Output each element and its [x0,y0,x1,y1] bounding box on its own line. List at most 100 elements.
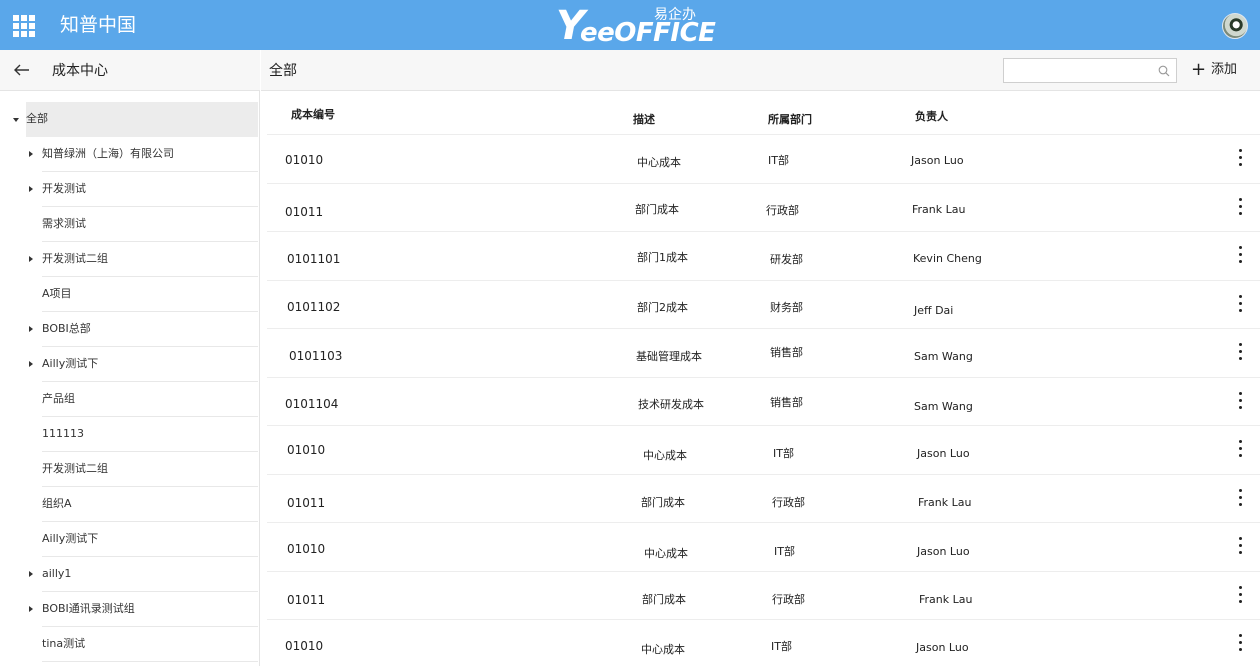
tree-item[interactable]: BOBI总部 [0,312,260,347]
table-row[interactable]: 0101104 技术研发成本 销售部 Sam Wang [261,376,1260,425]
more-vertical-icon[interactable] [1237,634,1245,652]
tree-item[interactable]: 知普绿洲（上海）有限公司 [0,137,260,172]
tree-item[interactable]: ailly1 [0,557,260,592]
caret-right-icon[interactable] [29,256,33,262]
cell-owner: Frank Lau [919,592,973,606]
tree-item[interactable]: A项目 [0,277,260,312]
tree-item[interactable]: 开发测试二组 [0,242,260,277]
tree-item-root[interactable]: 全部 [13,102,258,137]
tree-item[interactable]: 开发测试 [0,172,260,207]
tree-item[interactable]: 开发测试二组 [0,452,260,487]
table-row[interactable]: 01010 中心成本 IT部 Jason Luo [261,522,1260,570]
brand-logo: Y eeOFFICE 易企办 [556,4,716,48]
cell-description: 中心成本 [637,156,681,169]
plus-icon: + [1191,59,1207,80]
search-icon[interactable] [1158,65,1170,77]
cell-department: 财务部 [770,300,803,314]
more-vertical-icon[interactable] [1237,488,1245,507]
cell-owner: Sam Wang [914,350,973,363]
cost-center-table: 成本编号 描述 所属部门 负责人 01010 中心成本 IT部 Jason Luo 01… [261,92,1260,666]
table-row[interactable]: 01011 部门成本 行政部 Frank Lau [261,570,1260,619]
cell-owner: Jason Luo [916,641,969,654]
cell-owner: Jason Luo [911,154,964,167]
cell-owner: Jason Luo [917,545,970,558]
cell-code: 01011 [285,204,324,219]
cell-department: 行政部 [772,495,805,509]
tree-item-label: 知普绿洲（上海）有限公司 [42,147,174,160]
add-button[interactable]: + 添加 [1191,60,1237,80]
more-vertical-icon[interactable] [1237,246,1245,264]
caret-right-icon[interactable] [29,326,33,332]
tree-item[interactable]: Ailly测试下 [0,522,260,557]
row-divider [267,376,1260,378]
cell-department: IT部 [771,640,792,653]
caret-right-icon[interactable] [29,186,33,192]
arrow-left-icon[interactable] [12,60,32,80]
more-vertical-icon[interactable] [1237,537,1245,555]
table-row[interactable]: 01010 中心成本 IT部 Jason Luo [261,619,1260,667]
cell-description: 技术研发成本 [638,397,704,411]
more-vertical-icon[interactable] [1237,343,1245,361]
more-vertical-icon[interactable] [1237,197,1245,216]
cell-code: 01011 [287,592,326,607]
caret-right-icon[interactable] [29,606,33,612]
cell-code: 0101104 [285,396,339,411]
table-row[interactable]: 01011 部门成本 行政部 Frank Lau [261,473,1260,522]
row-divider [267,182,1260,184]
cell-department: IT部 [768,154,789,167]
cell-description: 部门成本 [642,592,686,606]
cell-description: 部门1成本 [637,251,688,264]
cell-code: 01010 [287,542,326,556]
sidebar-header: 成本中心 [0,50,260,91]
row-divider [267,328,1260,329]
tree-item[interactable]: BOBI通讯录测试组 [0,592,260,627]
row-divider [267,279,1260,281]
cell-description: 中心成本 [644,547,688,560]
cell-department: 销售部 [770,395,803,409]
caret-down-icon[interactable] [13,118,19,122]
column-header-code[interactable]: 成本编号 [291,108,335,122]
cell-code: 0101103 [289,349,343,363]
table-row[interactable]: 01011 部门成本 行政部 Frank Lau [261,182,1260,231]
tree-item[interactable]: 产品组 [0,382,260,417]
more-vertical-icon[interactable] [1237,294,1245,313]
cell-department: 行政部 [766,203,799,217]
tree-item[interactable]: 111113 [0,417,260,452]
more-vertical-icon[interactable] [1237,440,1245,458]
avatar[interactable] [1222,13,1248,39]
column-header-department[interactable]: 所属部门 [768,113,812,127]
tree-item-label: 全部 [26,112,48,125]
apps-grid-icon[interactable] [13,15,35,37]
cell-description: 部门成本 [635,202,679,216]
cell-department: IT部 [773,447,794,460]
app-title: 知普中国 [60,14,137,36]
column-header-owner[interactable]: 负责人 [915,110,948,124]
table-row[interactable]: 0101102 部门2成本 财务部 Jeff Dai [261,279,1260,328]
caret-right-icon[interactable] [29,571,33,577]
cell-owner: Frank Lau [912,202,966,216]
row-divider [267,473,1260,475]
search-input[interactable] [1003,58,1177,83]
table-row[interactable]: 0101101 部门1成本 研发部 Kevin Cheng [261,231,1260,279]
tree-item-label: BOBI总部 [42,322,91,335]
row-divider [267,619,1260,620]
add-button-label: 添加 [1211,62,1238,77]
tree-item[interactable]: 需求测试 [0,207,260,242]
cell-department: 销售部 [770,346,803,359]
caret-right-icon[interactable] [29,361,33,367]
table-row[interactable]: 01010 中心成本 IT部 Jason Luo [261,425,1260,473]
more-vertical-icon[interactable] [1237,585,1245,604]
cell-description: 基础管理成本 [636,350,702,363]
logo-chinese: 易企办 [654,7,696,23]
more-vertical-icon[interactable] [1237,391,1245,410]
more-vertical-icon[interactable] [1237,149,1245,167]
tree-item[interactable]: 组织A [0,487,260,522]
cell-code: 0101101 [287,252,341,266]
column-header-description[interactable]: 描述 [633,113,655,127]
table-row[interactable]: 0101103 基础管理成本 销售部 Sam Wang [261,328,1260,376]
caret-right-icon[interactable] [29,151,33,157]
table-row[interactable]: 01010 中心成本 IT部 Jason Luo [261,134,1260,182]
tree-item[interactable]: Ailly测试下 [0,347,260,382]
main-header: 全部 + 添加 [261,50,1260,91]
tree-item[interactable]: tina测试 [0,627,260,662]
